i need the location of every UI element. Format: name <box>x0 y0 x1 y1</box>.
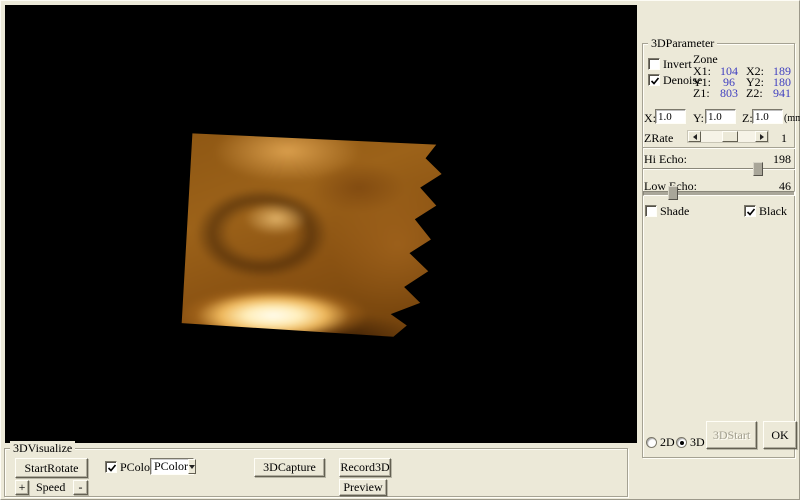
scale-y-label: Y: <box>693 112 704 125</box>
zrate-scroll-right-button[interactable] <box>755 131 768 142</box>
scale-unit-label: (mm/p) <box>784 112 800 125</box>
visualize-bar: 3DVisualize StartRotate + Speed - PColor… <box>1 443 637 500</box>
scroll-left-icon <box>693 134 697 140</box>
low-echo-slider-track[interactable] <box>643 191 795 196</box>
shade-checkbox-row: Shade <box>645 205 689 218</box>
zrate-value: 1 <box>777 132 791 145</box>
hi-echo-label: Hi Echo: <box>644 153 687 166</box>
hi-echo-slider-thumb[interactable] <box>753 162 763 176</box>
invert-checkbox-row: Invert <box>648 58 692 71</box>
zone-z1-label: Z1: <box>693 87 710 100</box>
zrate-label: ZRate <box>644 132 673 145</box>
low-echo-slider-thumb[interactable] <box>668 186 678 200</box>
visualize-groupbox-title: 3DVisualize <box>10 441 75 455</box>
app-window: { "colors": { "bg": "#ece9d8", "viewport… <box>0 0 800 500</box>
speed-minus-button[interactable]: - <box>73 480 88 495</box>
separator <box>643 147 795 149</box>
speed-label: Speed <box>36 481 65 494</box>
scale-x-input[interactable] <box>655 109 686 124</box>
preview-button[interactable]: Preview <box>339 479 387 496</box>
chevron-down-icon <box>189 465 195 469</box>
zrate-scroll-left-button[interactable] <box>688 131 701 142</box>
visualize-groupbox: 3DVisualize StartRotate + Speed - PColor… <box>4 448 628 497</box>
pcolor-dropdown[interactable]: PColor <box>150 458 194 475</box>
ultrasound-volume-render <box>179 113 447 339</box>
check-icon <box>746 207 756 217</box>
parameter-panel: 3DParameter Invert Denoise Zone X1: 104 … <box>637 1 800 500</box>
3dcapture-button[interactable]: 3DCapture <box>254 458 325 477</box>
hi-echo-slider-track[interactable] <box>643 168 795 170</box>
black-checkbox-row: Black <box>744 205 787 218</box>
pcolor-dropdown-button[interactable] <box>188 459 196 474</box>
zone-z1-value: 803 <box>715 87 743 100</box>
radio-dot-icon <box>680 441 684 445</box>
check-icon <box>650 76 660 86</box>
mode-2d-label: 2D <box>660 435 675 449</box>
zone-z2-label: Z2: <box>746 87 763 100</box>
invert-checkbox[interactable] <box>648 58 660 70</box>
invert-label: Invert <box>663 57 692 71</box>
scale-z-input[interactable] <box>752 109 783 124</box>
black-checkbox[interactable] <box>744 205 756 217</box>
black-label: Black <box>759 204 787 218</box>
mode-2d-radio-row: 2D <box>646 436 675 449</box>
mode-3d-radio[interactable] <box>676 437 687 448</box>
start-rotate-button[interactable]: StartRotate <box>15 458 88 478</box>
parameter-groupbox-title: 3DParameter <box>648 36 717 50</box>
scroll-right-icon <box>760 134 764 140</box>
mode-2d-radio[interactable] <box>646 437 657 448</box>
shade-checkbox[interactable] <box>645 205 657 217</box>
ok-button[interactable]: OK <box>763 421 797 449</box>
shade-label: Shade <box>660 204 689 218</box>
mode-3d-radio-row: 3D <box>676 436 705 449</box>
pcolor-checkbox[interactable] <box>105 461 117 473</box>
parameter-groupbox: 3DParameter Invert Denoise Zone X1: 104 … <box>642 43 795 458</box>
ultrasound-volume-paint <box>171 105 455 347</box>
hi-echo-value: 198 <box>773 153 791 166</box>
denoise-checkbox[interactable] <box>648 74 660 86</box>
zone-z2-value: 941 <box>768 87 796 100</box>
zrate-scrollbar[interactable] <box>687 130 769 143</box>
render-viewport[interactable] <box>5 5 637 443</box>
pcolor-dropdown-value: PColor <box>151 460 188 473</box>
3dstart-button[interactable]: 3DStart <box>706 421 757 449</box>
pcolor-checkbox-label: PColor <box>120 460 154 474</box>
check-icon <box>107 463 117 473</box>
mode-3d-label: 3D <box>690 435 705 449</box>
pcolor-checkbox-row: PColor <box>105 461 154 474</box>
zrate-scrollbar-thumb[interactable] <box>722 131 738 142</box>
speed-plus-button[interactable]: + <box>15 480 29 495</box>
record3d-button[interactable]: Record3D <box>339 458 391 477</box>
scale-y-input[interactable] <box>705 109 736 124</box>
